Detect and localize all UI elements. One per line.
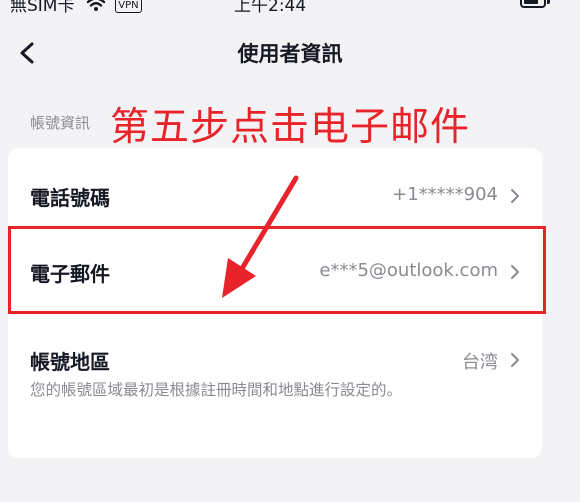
carrier-label: 無SIM卡 bbox=[10, 0, 75, 14]
chevron-right-icon bbox=[511, 353, 519, 367]
email-label: 電子郵件 bbox=[30, 262, 110, 286]
vpn-badge: VPN bbox=[115, 0, 142, 13]
region-value: 台湾 bbox=[462, 352, 498, 373]
region-description: 您的帳號區域最初是根據註冊時間和地點進行設定的。 bbox=[30, 381, 403, 399]
annotation-text: 第五步点击电子邮件 bbox=[110, 105, 471, 150]
chevron-right-icon bbox=[511, 265, 519, 279]
email-row[interactable]: 電子郵件 e***5@outlook.com bbox=[8, 236, 542, 306]
phone-row[interactable]: 電話號碼 +1*****904 bbox=[8, 160, 542, 230]
chevron-right-icon bbox=[511, 189, 519, 203]
account-info-card: 電話號碼 +1*****904 電子郵件 e***5@outlook.com 帳… bbox=[8, 148, 542, 458]
phone-value: +1*****904 bbox=[392, 184, 498, 205]
email-value: e***5@outlook.com bbox=[319, 260, 498, 281]
phone-label: 電話號碼 bbox=[30, 186, 110, 210]
status-bar: 無SIM卡 VPN 上午2:44 bbox=[0, 0, 580, 14]
section-label: 帳號資訊 bbox=[30, 114, 91, 132]
battery-icon bbox=[520, 0, 546, 8]
nav-bar: 使用者資訊 bbox=[0, 28, 580, 78]
wifi-icon bbox=[86, 0, 106, 11]
status-left: 無SIM卡 VPN bbox=[10, 0, 142, 14]
battery-cap bbox=[547, 0, 550, 4]
region-label: 帳號地區 bbox=[30, 350, 110, 374]
page-title: 使用者資訊 bbox=[237, 42, 343, 66]
status-time: 上午2:44 bbox=[234, 0, 307, 14]
